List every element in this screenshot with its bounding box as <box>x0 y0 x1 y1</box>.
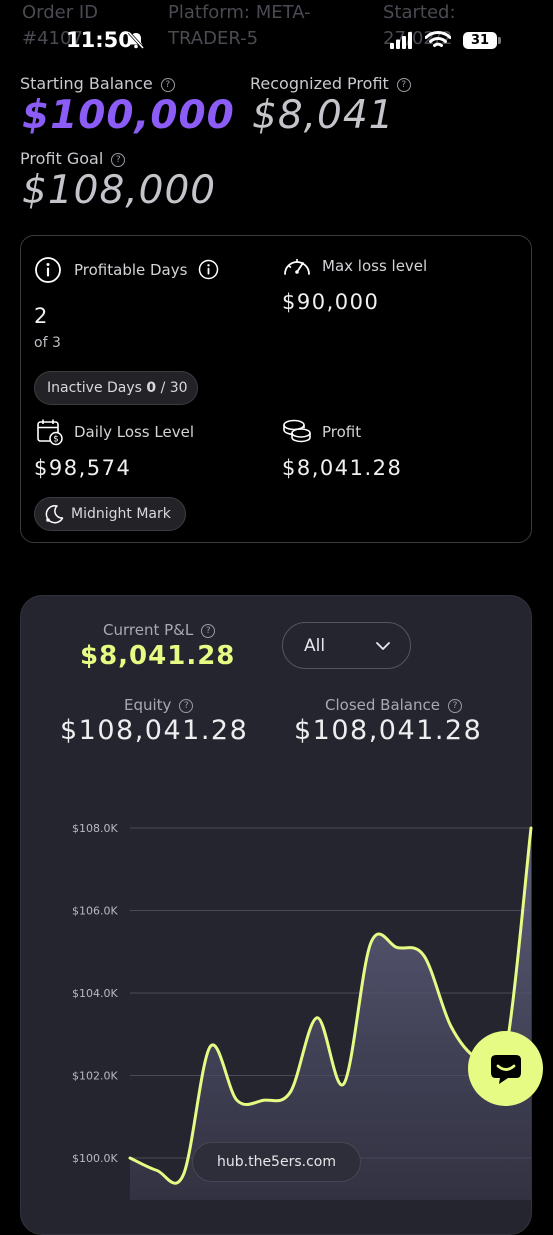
y-tick-label: $108.0K <box>72 822 118 835</box>
data-point <box>423 955 425 957</box>
profitable-days-value: 2 <box>34 304 49 328</box>
help-icon[interactable]: ? <box>179 699 194 713</box>
speedometer-icon <box>284 259 310 275</box>
profit-goal-value: $108,000 <box>22 168 217 213</box>
status-time: 11:50 <box>66 28 133 52</box>
profit-label: Profit <box>322 423 362 441</box>
svg-text:$: $ <box>53 435 58 445</box>
data-point <box>530 827 532 829</box>
profit-value: $8,041.28 <box>282 456 403 480</box>
help-icon[interactable]: ? <box>111 153 126 167</box>
data-point <box>263 1099 265 1101</box>
cellular-signal-icon <box>390 32 412 49</box>
data-point <box>343 1083 345 1085</box>
coins-icon <box>283 419 311 443</box>
chat-button[interactable] <box>468 1031 543 1106</box>
info-circle-icon <box>35 257 61 283</box>
daily-loss-label: Daily Loss Level <box>74 423 194 441</box>
max-loss-label: Max loss level <box>322 257 428 275</box>
data-point <box>209 1046 211 1048</box>
current-pnl-value: $8,041.28 <box>80 641 236 671</box>
profitable-days-label: Profitable Days <box>74 261 188 279</box>
daily-loss-value: $98,574 <box>34 456 132 480</box>
data-point <box>396 947 398 949</box>
data-point <box>182 1174 184 1176</box>
equity-label: Equity? <box>124 696 194 714</box>
equity-value: $108,041.28 <box>60 715 249 746</box>
data-point <box>316 1017 318 1019</box>
calendar-dollar-icon: $ <box>37 419 63 446</box>
inactive-days-badge: Inactive Days 0 / 30 <box>34 371 198 405</box>
profit-goal-label: Profit Goal? <box>20 149 126 168</box>
site-url-pill[interactable]: hub.the5ers.com <box>192 1142 361 1182</box>
range-select-value: All <box>304 636 326 656</box>
range-select[interactable]: All <box>282 622 411 669</box>
recognized-profit-value: $8,041 <box>252 93 395 138</box>
chat-bubble-icon <box>491 1055 521 1084</box>
data-point <box>370 943 372 945</box>
data-point <box>129 1157 131 1159</box>
help-icon[interactable]: ? <box>201 624 216 638</box>
help-icon[interactable]: ? <box>160 78 175 92</box>
y-tick-label: $106.0K <box>72 905 118 918</box>
data-point <box>450 1025 452 1027</box>
platform-block: Platform: META- TRADER-5 <box>168 2 311 49</box>
data-point <box>156 1169 158 1171</box>
info-icon[interactable] <box>198 259 219 280</box>
equity-chart: $100.0K $102.0K $104.0K $106.0K $108.0K <box>72 822 533 1200</box>
y-tick-label: $100.0K <box>72 1152 118 1165</box>
y-tick-label: $102.0K <box>72 1070 118 1083</box>
help-icon[interactable]: ? <box>396 78 411 92</box>
starting-balance-label: Starting Balance? <box>20 74 175 93</box>
status-bar: Order ID #4107 Platform: META- TRADER-5 … <box>0 0 553 80</box>
battery-indicator: 31 <box>463 32 501 49</box>
data-point <box>289 1091 291 1093</box>
wifi-icon <box>425 31 451 47</box>
y-tick-label: $104.0K <box>72 987 118 1000</box>
closed-balance-label: Closed Balance? <box>325 696 462 714</box>
help-icon[interactable]: ? <box>447 699 462 713</box>
data-point <box>236 1099 238 1101</box>
bell-muted-icon <box>127 31 145 50</box>
profitable-days-of: of 3 <box>34 335 61 351</box>
chevron-down-icon <box>376 642 390 650</box>
max-loss-value: $90,000 <box>282 290 380 314</box>
current-pnl-label: Current P&L? <box>103 621 216 639</box>
starting-balance-value: $100,000 <box>22 93 235 138</box>
recognized-profit-label: Recognized Profit? <box>250 74 411 93</box>
closed-balance-value: $108,041.28 <box>294 715 483 746</box>
moon-icon <box>45 504 64 524</box>
